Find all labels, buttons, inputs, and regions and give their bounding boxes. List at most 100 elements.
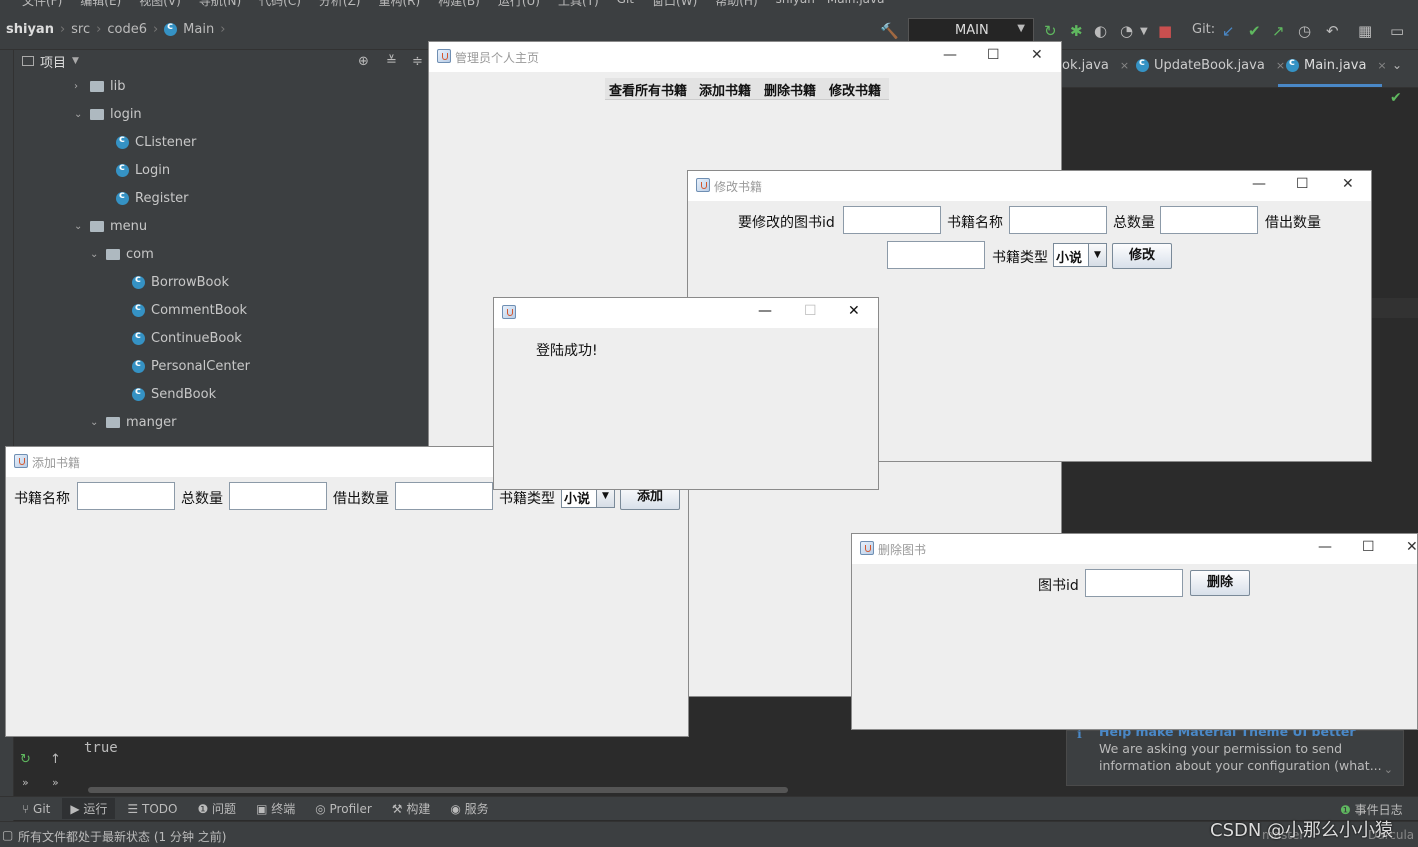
chevron-down-icon[interactable]: ⌄ [90,249,100,260]
ide-menu-item[interactable]: 窗口(W) [652,0,697,8]
breadcrumb-class[interactable]: Main [183,22,214,37]
close-icon[interactable]: × [1276,59,1285,72]
total-count-field[interactable] [229,482,327,510]
locate-icon[interactable]: ⊕ [358,54,369,69]
history-icon[interactable]: ◷ [1298,22,1311,40]
ide-menu-item[interactable]: 分析(Z) [319,0,361,8]
tab-main-java[interactable]: Main.java × [1286,57,1387,73]
maximize-icon[interactable]: ☐ [1362,539,1375,555]
menu-delete-book[interactable]: 删除书籍 [764,80,816,99]
rerun-icon[interactable]: ↻ [20,752,31,767]
tree-item[interactable]: ⌄ menu [74,212,147,240]
toolwindow-git[interactable]: ⑂ Git [14,800,58,818]
git-commit-icon[interactable]: ✔ [1248,22,1261,40]
total-count-field[interactable] [1160,206,1258,234]
tree-item[interactable]: CommentBook [132,296,247,324]
chevron-down-icon[interactable]: ⌄ [90,417,100,428]
window-titlebar[interactable]: — ☐ ✕ [494,298,878,328]
chevron-down-icon[interactable]: ▼ [1140,26,1148,37]
run-configuration-select[interactable]: MAIN ▼ [908,18,1034,42]
ide-menu-item[interactable]: 文件(F) [22,0,62,8]
window-icon[interactable]: ▭ [1390,22,1404,40]
chevron-down-icon[interactable]: ⌄ [1384,761,1393,778]
book-name-field[interactable] [1009,206,1107,234]
git-update-icon[interactable]: ↙ [1222,22,1235,40]
ide-menu-item[interactable]: 代码(C) [259,0,301,8]
rollback-icon[interactable]: ↶ [1326,22,1339,40]
toolwindow-profiler[interactable]: ◎ Profiler [307,800,380,818]
tree-item[interactable]: ⌄ login [74,100,142,128]
git-push-icon[interactable]: ↗ [1272,22,1285,40]
breadcrumb-project[interactable]: shiyan [6,22,54,37]
ide-menu-item[interactable]: 编辑(E) [80,0,121,8]
ide-menu-item[interactable]: 工具(T) [558,0,599,8]
menu-view-all-books[interactable]: 查看所有书籍 [609,80,687,99]
tree-item[interactable]: › lib [74,72,125,100]
more-icon[interactable]: » [22,776,29,789]
chevron-down-icon[interactable]: ▼ [72,56,79,66]
close-icon[interactable]: ✕ [1031,47,1043,63]
book-type-select[interactable]: 小说 ▼ [1053,243,1107,267]
ide-menu-item[interactable]: 帮助(H) [715,0,757,8]
ide-menu-item[interactable]: 构建(B) [438,0,480,8]
stop-icon[interactable]: ■ [1158,22,1172,40]
toolwindow-problems[interactable]: ❶ 问题 [189,798,244,819]
project-structure-icon[interactable]: ▦ [1358,22,1372,40]
tab-update-book-java[interactable]: UpdateBook.java × [1136,57,1285,73]
menu-add-book[interactable]: 添加书籍 [699,80,751,99]
breadcrumb-package[interactable]: code6 [107,22,147,37]
menu-update-book[interactable]: 修改书籍 [829,80,881,99]
ide-menu-item[interactable]: 导航(N) [199,0,241,8]
breadcrumb-src[interactable]: src [71,22,90,37]
debug-icon[interactable]: ✱ [1070,22,1083,40]
close-icon[interactable]: ✕ [1406,539,1417,555]
borrowed-count-field[interactable] [395,482,493,510]
collapse-icon[interactable]: ≚ [386,54,397,69]
toolwindow-build[interactable]: ⚒ 构建 [384,798,439,819]
book-name-field[interactable] [77,482,175,510]
book-id-field[interactable] [843,206,941,234]
coverage-icon[interactable]: ◐ [1094,22,1107,40]
chevron-down-icon[interactable]: ⌄ [74,221,84,232]
notification-balloon[interactable]: ℹ Help make Material Theme UI better We … [1066,724,1404,786]
ide-menu-item[interactable]: 重构(R) [379,0,421,8]
toolwindow-terminal[interactable]: ▣ 终端 [248,798,303,819]
delete-button[interactable]: 删除 [1190,570,1250,596]
window-titlebar[interactable]: 删除图书 — ☐ ✕ [852,534,1417,564]
toolwindow-todo[interactable]: ☰ TODO [119,800,185,818]
tree-item[interactable]: ⌄ manger [90,408,176,436]
ide-menu-item[interactable]: Git [617,0,634,8]
close-icon[interactable]: ✕ [848,303,860,319]
profile-icon[interactable]: ◔ [1120,22,1133,40]
close-icon[interactable]: × [1120,59,1129,72]
minimize-icon[interactable]: — [1252,176,1266,192]
window-titlebar[interactable]: 管理员个人主页 — ☐ ✕ [429,42,1061,72]
chevron-down-icon[interactable]: ⌄ [74,109,84,120]
close-icon[interactable]: × [1377,59,1386,72]
tree-item[interactable]: Login [116,156,170,184]
toolwindow-services[interactable]: ◉ 服务 [442,798,496,819]
close-icon[interactable]: ✕ [1342,176,1354,192]
toolwindow-run[interactable]: ▶ 运行 [62,798,116,819]
tree-item[interactable]: ContinueBook [132,324,242,352]
tree-item[interactable]: ⌄ com [90,240,154,268]
tree-item[interactable]: BorrowBook [132,268,229,296]
tree-item[interactable]: Register [116,184,189,212]
chevron-right-icon[interactable]: › [74,81,84,92]
update-button[interactable]: 修改 [1112,243,1172,269]
ide-menu-item[interactable]: shiyan - Main.java [776,0,885,8]
minimize-icon[interactable]: — [1318,539,1332,555]
build-hammer-icon[interactable]: 🔨 [880,22,899,40]
options-icon[interactable]: ≑ [412,54,423,69]
maximize-icon[interactable]: ☐ [987,47,1000,63]
project-panel-title[interactable]: 项目 [40,52,66,71]
tab-book-java[interactable]: ok.java × [1062,58,1129,73]
scroll-up-icon[interactable]: ↑ [50,752,61,767]
minimize-icon[interactable]: — [758,303,772,319]
book-id-field[interactable] [1085,569,1183,597]
tree-item[interactable]: PersonalCenter [132,352,250,380]
chevron-down-icon[interactable]: ⌄ [1392,58,1402,72]
rerun-icon[interactable]: ↻ [1044,22,1057,40]
ide-menu-item[interactable]: 运行(U) [498,0,540,8]
ide-menu-item[interactable]: 视图(V) [139,0,181,8]
